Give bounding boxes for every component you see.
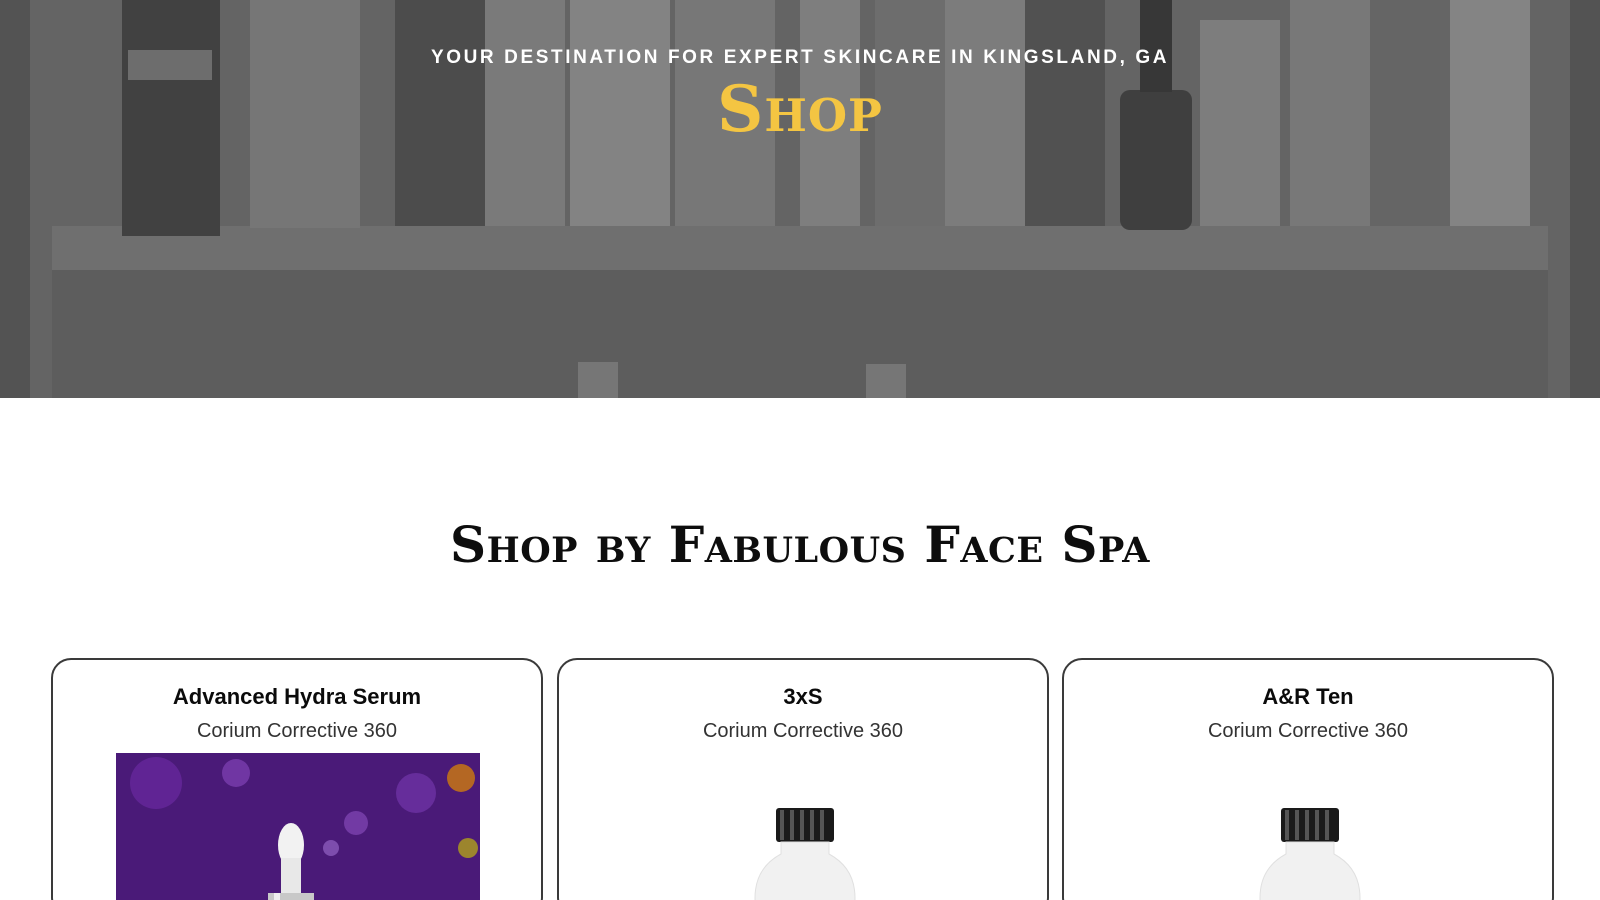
- product-image[interactable]: [1230, 808, 1390, 900]
- product-card[interactable]: 3xS Corium Corrective 360: [557, 658, 1049, 900]
- hero-banner: YOUR DESTINATION FOR EXPERT SKINCARE IN …: [0, 0, 1600, 398]
- product-card[interactable]: Advanced Hydra Serum Corium Corrective 3…: [51, 658, 543, 900]
- page-title: Shop: [717, 72, 883, 147]
- hero-eyebrow: YOUR DESTINATION FOR EXPERT SKINCARE IN …: [430, 47, 1170, 68]
- product-name[interactable]: 3xS: [559, 684, 1047, 710]
- product-brand: Corium Corrective 360: [702, 720, 904, 742]
- product-image[interactable]: [116, 753, 480, 900]
- section-title: Shop by Fabulous Face Spa: [450, 515, 1150, 574]
- product-card[interactable]: A&R Ten Corium Corrective 360: [1062, 658, 1554, 900]
- product-name[interactable]: A&R Ten: [1064, 684, 1552, 710]
- product-brand: Corium Corrective 360: [196, 720, 398, 742]
- product-image[interactable]: [725, 808, 885, 900]
- product-name[interactable]: Advanced Hydra Serum: [53, 684, 541, 710]
- product-brand: Corium Corrective 360: [1207, 720, 1409, 742]
- product-grid: Advanced Hydra Serum Corium Corrective 3…: [51, 658, 1555, 900]
